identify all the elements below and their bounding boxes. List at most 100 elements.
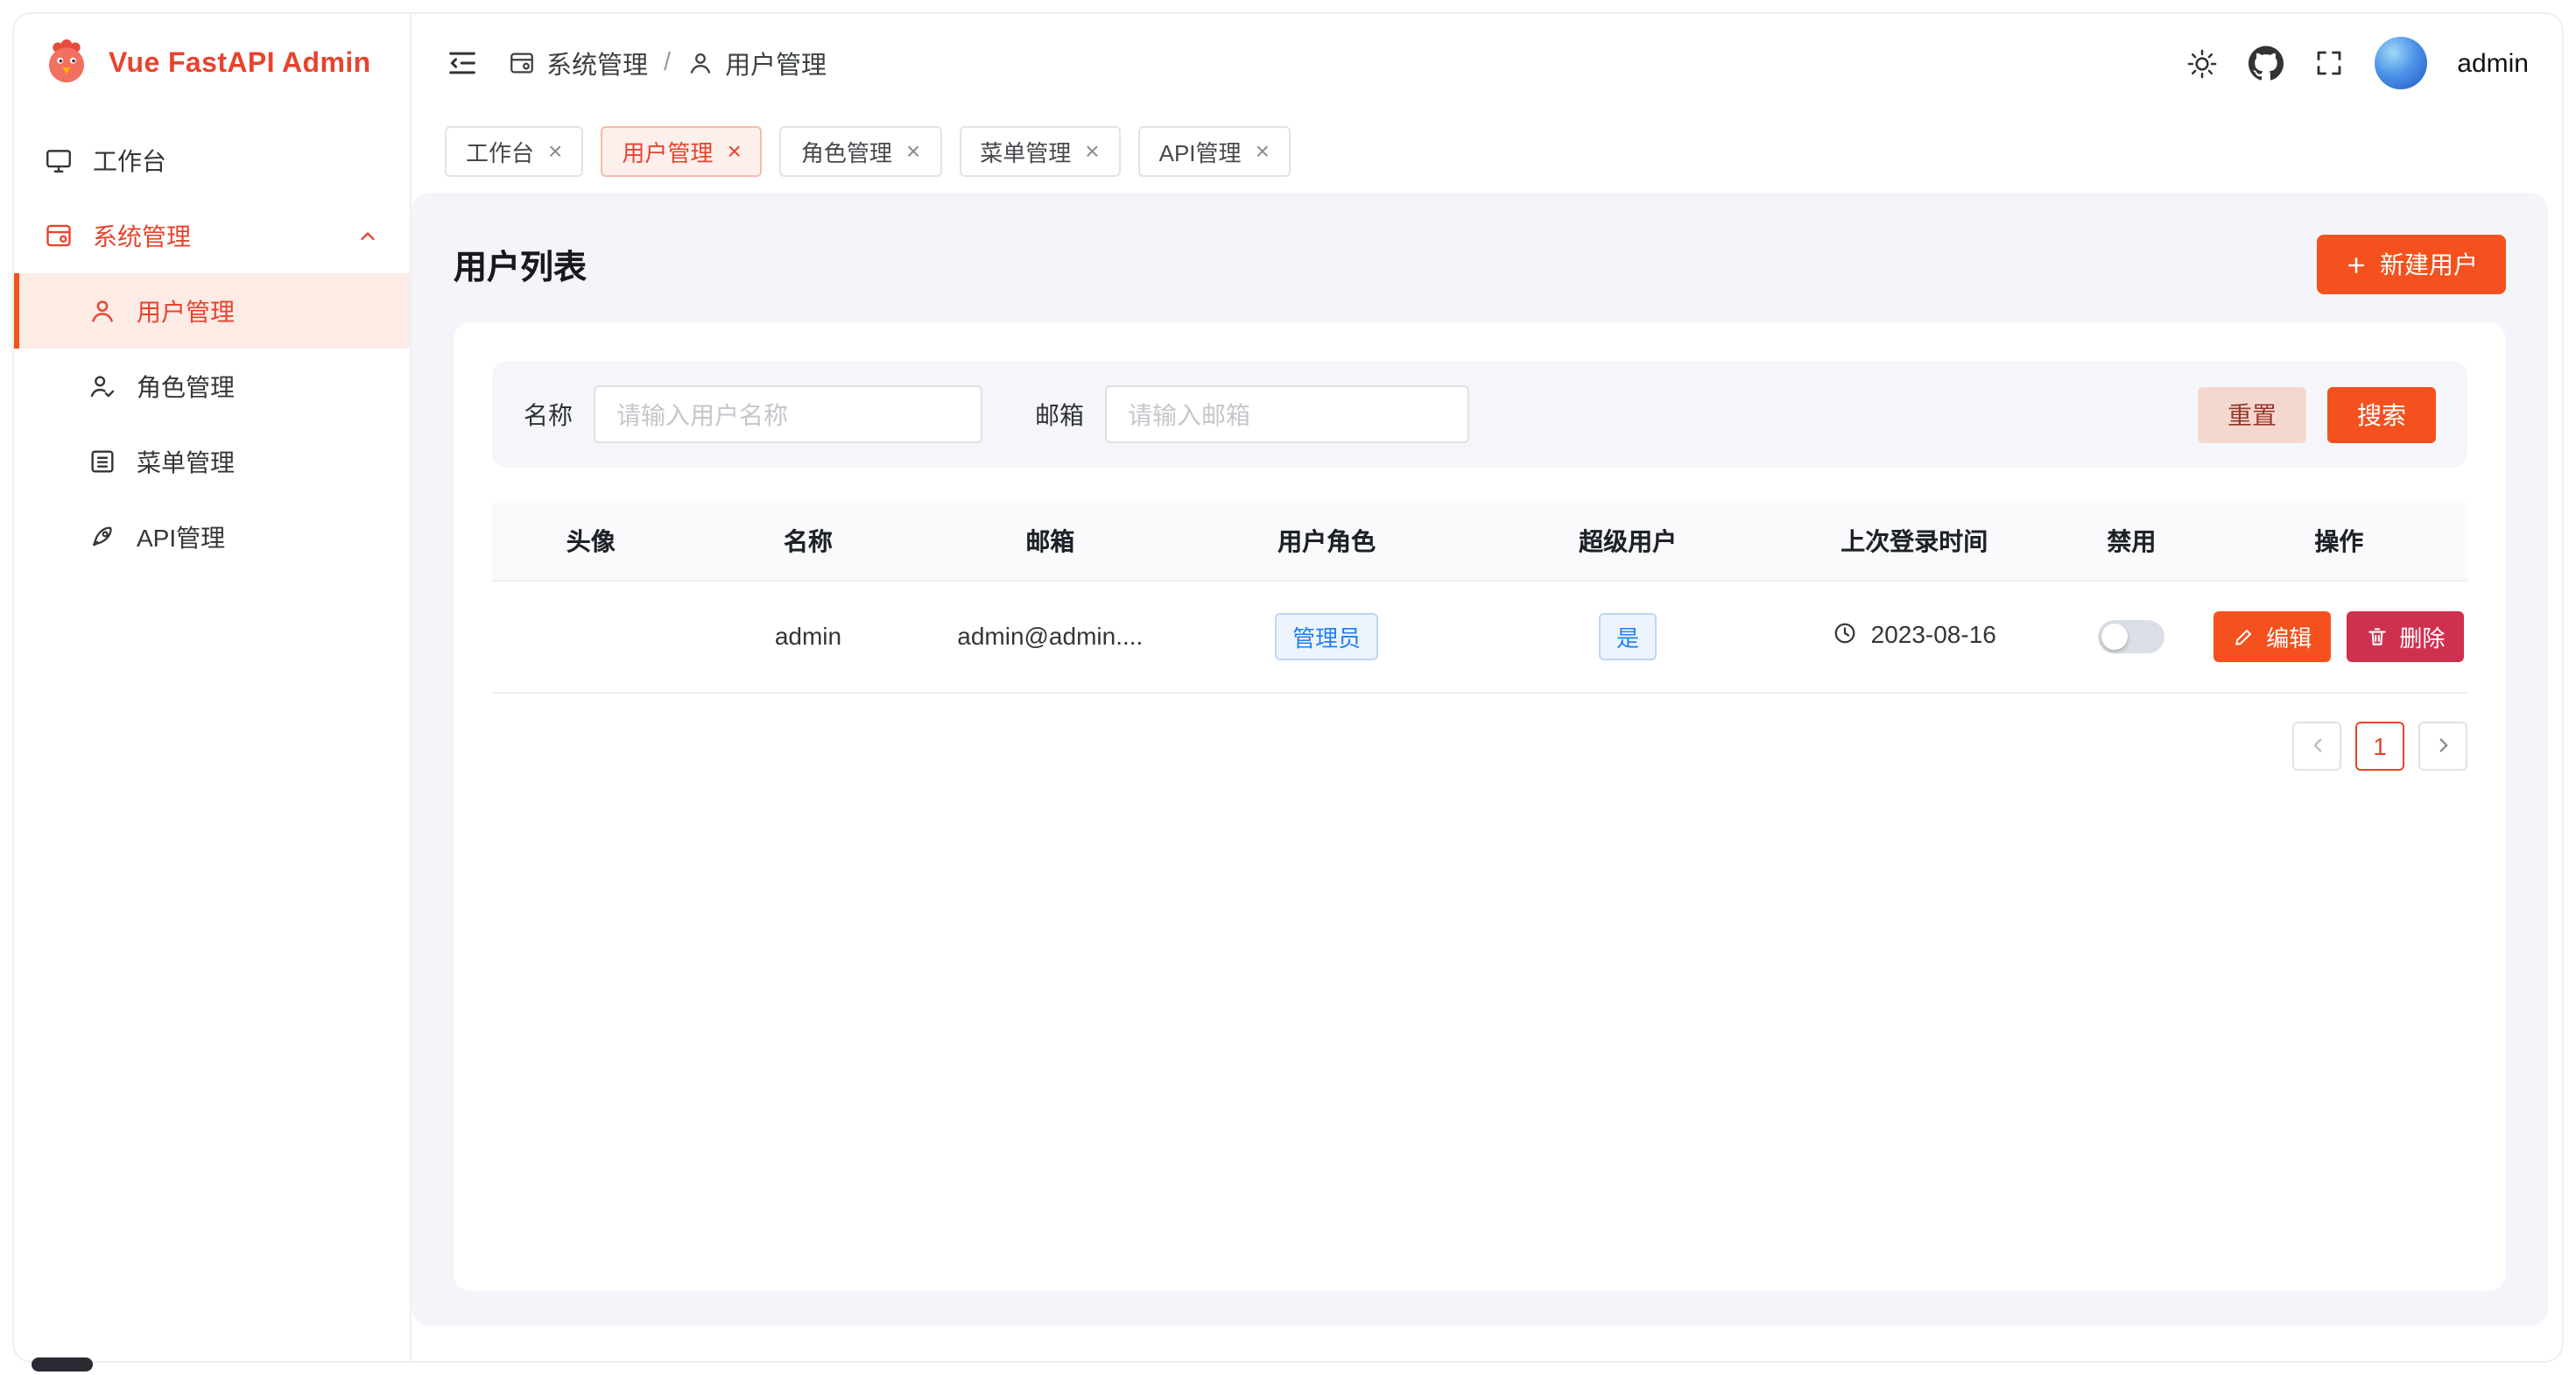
filter-bar: 名称 邮箱 重置 搜索 xyxy=(492,361,2467,468)
edit-button[interactable]: 编辑 xyxy=(2214,610,2331,661)
tag-api[interactable]: API管理 × xyxy=(1138,125,1291,176)
theme-toggle-button[interactable] xyxy=(2185,46,2219,80)
collapse-menu-icon xyxy=(445,46,480,81)
close-icon[interactable]: × xyxy=(1085,138,1099,163)
reset-button[interactable]: 重置 xyxy=(2198,386,2306,442)
last-login-value: 2023-08-16 xyxy=(1871,620,1996,648)
sidebar-item-users[interactable]: 用户管理 xyxy=(14,273,410,349)
top-bar: 系统管理 / 用户管理 xyxy=(412,14,2562,112)
cell-avatar xyxy=(492,580,690,692)
content: 用户列表 新建用户 名称 xyxy=(412,189,2562,1361)
chevron-left-icon xyxy=(2305,734,2328,757)
sidebar: Vue FastAPI Admin 工作台 系统管理 xyxy=(14,14,412,1361)
monitor-icon xyxy=(44,145,74,175)
disable-toggle[interactable] xyxy=(2098,619,2164,652)
chevron-up-icon xyxy=(355,223,380,248)
tag-label: 菜单管理 xyxy=(980,134,1071,167)
sidebar-collapse-button[interactable] xyxy=(445,46,480,81)
user-icon xyxy=(88,296,117,326)
create-user-button[interactable]: 新建用户 xyxy=(2317,235,2506,294)
name-filter-group: 名称 xyxy=(524,385,982,443)
github-icon xyxy=(2249,46,2284,81)
sidebar-item-roles[interactable]: 角色管理 xyxy=(14,349,410,424)
prev-page-button[interactable] xyxy=(2292,721,2341,770)
create-user-label: 新建用户 xyxy=(2380,247,2478,282)
trash-icon xyxy=(2366,624,2389,647)
table-row: admin admin@admin.... 管理员 是 xyxy=(492,580,2467,692)
sidebar-menu: 工作台 系统管理 用户管理 xyxy=(14,116,410,582)
delete-button[interactable]: 删除 xyxy=(2347,610,2464,661)
top-bar-actions: admin xyxy=(2185,37,2529,89)
sidebar-item-system[interactable]: 系统管理 xyxy=(14,198,410,273)
rocket-icon xyxy=(88,522,117,552)
app-window: Vue FastAPI Admin 工作台 系统管理 xyxy=(14,14,2562,1361)
users-card: 名称 邮箱 重置 搜索 xyxy=(454,322,2506,1291)
col-superuser: 超级用户 xyxy=(1480,503,1776,580)
cell-actions: 编辑 删除 xyxy=(2211,580,2467,692)
tag-label: 角色管理 xyxy=(801,134,892,167)
tag-workbench[interactable]: 工作台 × xyxy=(445,125,583,176)
col-disabled: 禁用 xyxy=(2052,503,2210,580)
name-filter-label: 名称 xyxy=(524,397,573,432)
search-button[interactable]: 搜索 xyxy=(2327,386,2436,442)
col-actions: 操作 xyxy=(2211,503,2467,580)
next-page-button[interactable] xyxy=(2418,721,2467,770)
fullscreen-button[interactable] xyxy=(2313,47,2345,79)
pagination: 1 xyxy=(492,721,2467,770)
tags-bar: 工作台 × 用户管理 × 角色管理 × 菜单管理 × API管理 × xyxy=(412,112,2562,189)
cell-superuser: 是 xyxy=(1480,580,1776,692)
tag-label: API管理 xyxy=(1159,134,1242,167)
users-table: 头像 名称 邮箱 用户角色 超级用户 上次登录时间 禁用 操作 xyxy=(492,503,2467,693)
page-number-button[interactable]: 1 xyxy=(2355,721,2404,770)
close-icon[interactable]: × xyxy=(727,138,741,163)
fullscreen-icon xyxy=(2313,47,2345,79)
col-email: 邮箱 xyxy=(926,503,1173,580)
sidebar-item-label: 系统管理 xyxy=(93,218,191,253)
cell-role: 管理员 xyxy=(1173,580,1480,692)
sidebar-item-workbench[interactable]: 工作台 xyxy=(14,123,410,198)
sidebar-item-menus[interactable]: 菜单管理 xyxy=(14,424,410,499)
page-title: 用户列表 xyxy=(454,241,587,288)
close-icon[interactable]: × xyxy=(1256,138,1270,163)
plus-icon xyxy=(2345,253,2368,276)
name-filter-input[interactable] xyxy=(594,385,982,443)
github-button[interactable] xyxy=(2249,46,2284,81)
tag-users[interactable]: 用户管理 × xyxy=(601,125,762,176)
close-icon[interactable]: × xyxy=(548,138,562,163)
chevron-right-icon xyxy=(2432,734,2454,757)
tag-menus[interactable]: 菜单管理 × xyxy=(959,125,1120,176)
email-filter-group: 邮箱 xyxy=(1035,385,1469,443)
edit-label: 编辑 xyxy=(2266,619,2312,652)
role-badge: 管理员 xyxy=(1275,612,1378,659)
user-avatar[interactable] xyxy=(2375,37,2427,89)
user-check-icon xyxy=(88,371,117,401)
sidebar-item-label: API管理 xyxy=(137,519,225,554)
breadcrumb-item-system[interactable]: 系统管理 xyxy=(508,45,648,81)
menu-list-icon xyxy=(88,447,117,476)
content-panel: 用户列表 新建用户 名称 xyxy=(412,193,2548,1326)
tag-label: 工作台 xyxy=(466,134,534,167)
table-header-row: 头像 名称 邮箱 用户角色 超级用户 上次登录时间 禁用 操作 xyxy=(492,503,2467,580)
logo[interactable]: Vue FastAPI Admin xyxy=(14,14,410,116)
page-header: 用户列表 新建用户 xyxy=(454,228,2506,301)
tag-roles[interactable]: 角色管理 × xyxy=(780,125,941,176)
cell-email: admin@admin.... xyxy=(926,580,1173,692)
cell-disabled xyxy=(2052,580,2210,692)
sidebar-item-label: 菜单管理 xyxy=(137,444,235,479)
sun-icon xyxy=(2185,46,2219,80)
breadcrumb: 系统管理 / 用户管理 xyxy=(508,45,827,81)
email-filter-input[interactable] xyxy=(1105,385,1469,443)
clock-icon xyxy=(1833,621,1859,647)
screen: Vue FastAPI Admin 工作台 系统管理 xyxy=(0,0,2576,1375)
sidebar-item-api[interactable]: API管理 xyxy=(14,499,410,575)
sidebar-item-label: 工作台 xyxy=(93,143,166,178)
username-label[interactable]: admin xyxy=(2457,48,2529,78)
close-icon[interactable]: × xyxy=(906,138,920,163)
dock-indicator xyxy=(32,1357,93,1371)
cell-name: admin xyxy=(690,580,927,692)
main-area: 系统管理 / 用户管理 xyxy=(412,14,2562,1361)
system-gear-icon xyxy=(508,49,536,77)
system-gear-icon xyxy=(44,221,74,250)
delete-label: 删除 xyxy=(2399,619,2445,652)
breadcrumb-item-users[interactable]: 用户管理 xyxy=(686,45,827,81)
